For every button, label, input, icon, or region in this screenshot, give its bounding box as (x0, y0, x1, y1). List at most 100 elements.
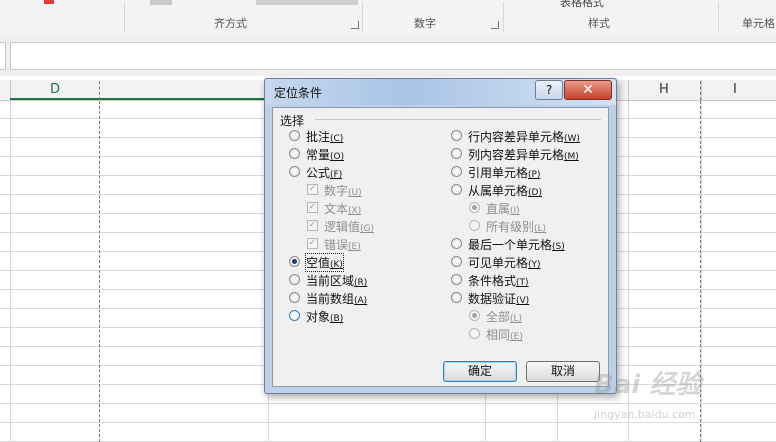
ribbon-group-label-styles: 样式 (588, 17, 610, 30)
dialog-body: 选择 批注(C) 常量(O) 公式(F) ✓ 数字(U) ✓ 文本(X) ✓ 逻辑值(G) ✓ 错误… (272, 107, 609, 387)
radio-icon (469, 220, 480, 231)
radio-icon[interactable] (289, 256, 300, 267)
radio-icon[interactable] (451, 238, 462, 249)
align-button[interactable] (150, 0, 172, 5)
help-button[interactable]: ? (535, 80, 563, 100)
hotkey-hint: (B) (330, 314, 344, 324)
option-label: 所有级别(L) (486, 220, 547, 234)
hotkey-hint: (F) (330, 170, 343, 180)
column-header-i[interactable]: I (733, 82, 737, 97)
radio-icon[interactable] (451, 148, 462, 159)
hotkey-hint: (Y) (528, 260, 541, 270)
hotkey-hint: (L) (510, 314, 523, 324)
option-label: 列内容差异单元格(M) (468, 148, 579, 162)
hotkey-hint: (T) (516, 278, 529, 288)
hotkey-hint: (M) (564, 152, 579, 162)
dialog-title-bar[interactable]: 定位条件 ? ✕ (265, 79, 616, 105)
ribbon-group-label-number: 数字 (414, 17, 436, 30)
watermark-logo: Bai 经验 (594, 370, 702, 400)
watermark-url: jingyan.baidu.com (594, 408, 696, 421)
radio-icon[interactable] (451, 130, 462, 141)
radio-icon[interactable] (289, 166, 300, 177)
cancel-button[interactable]: 取消 (526, 361, 600, 382)
checkbox-icon: ✓ (307, 202, 318, 213)
watermark: Bai 经验 jingyan.baidu.com (594, 364, 774, 424)
option-label: 当前区域(R) (306, 274, 368, 288)
go-to-special-dialog: 定位条件 ? ✕ 选择 批注(C) 常量(O) 公式(F) ✓ 数字(U) ✓ 文本(X) ✓… (264, 78, 617, 394)
radio-icon (469, 328, 480, 339)
hotkey-hint: (A) (354, 296, 368, 306)
radio-icon[interactable] (289, 148, 300, 159)
option-label: 数字(U) (324, 184, 362, 198)
radio-icon[interactable] (289, 274, 300, 285)
column-header-h[interactable]: H (659, 82, 669, 97)
dialog-title: 定位条件 (274, 86, 323, 100)
option-label: 文本(X) (324, 202, 362, 216)
format-as-table-button[interactable]: 表格格式 (560, 0, 604, 10)
number-launcher-icon[interactable] (491, 21, 499, 29)
name-box[interactable] (0, 42, 6, 70)
hotkey-hint: (P) (528, 170, 541, 180)
hotkey-hint: (S) (552, 242, 565, 252)
hotkey-hint: (D) (528, 188, 542, 198)
option-label: 行内容差异单元格(W) (468, 130, 580, 144)
option-label: 数据验证(V) (468, 292, 530, 306)
radio-icon[interactable] (289, 292, 300, 303)
ribbon-separator (124, 2, 125, 32)
option-label: 错误(E) (324, 238, 361, 252)
ribbon-group-label-alignment: 齐方式 (214, 17, 247, 30)
page-break-line (99, 81, 100, 100)
hotkey-hint: (E) (348, 242, 361, 252)
hotkey-hint: (V) (516, 296, 530, 306)
group-title: 选择 (280, 114, 305, 128)
ribbon-group-label-cells: 单元格 (742, 17, 775, 30)
hotkey-hint: (U) (348, 188, 362, 198)
option-label: 最后一个单元格(S) (468, 238, 565, 252)
hotkey-hint: (G) (360, 224, 375, 234)
option-label: 条件格式(T) (468, 274, 529, 288)
option-label: 可见单元格(Y) (468, 256, 541, 270)
radio-icon[interactable] (289, 130, 300, 141)
hotkey-hint: (I) (510, 206, 520, 216)
hotkey-hint: (X) (348, 206, 362, 216)
checkbox-icon: ✓ (307, 238, 318, 249)
radio-icon[interactable] (451, 184, 462, 195)
option-label: 从属单元格(D) (468, 184, 542, 198)
formula-input[interactable] (10, 42, 776, 70)
option-label: 对象(B) (306, 310, 344, 324)
hotkey-hint: (L) (534, 224, 547, 234)
option-label: 当前数组(A) (306, 292, 368, 306)
hotkey-hint: (C) (330, 134, 344, 144)
option-label: 逻辑值(G) (324, 220, 375, 234)
radio-icon[interactable] (451, 166, 462, 177)
column-header-d[interactable]: D (50, 82, 60, 97)
radio-icon[interactable] (451, 292, 462, 303)
option-label: 空值(K) (305, 253, 344, 272)
ok-button[interactable]: 确定 (443, 361, 517, 382)
ribbon-separator (718, 2, 719, 32)
radio-icon[interactable] (451, 274, 462, 285)
hotkey-hint: (O) (330, 152, 345, 162)
font-color-swatch[interactable] (44, 0, 54, 4)
formula-bar-area (0, 36, 776, 76)
radio-icon (469, 310, 480, 321)
hotkey-hint: (R) (354, 278, 368, 288)
alignment-launcher-icon[interactable] (351, 21, 359, 29)
option-label: 批注(C) (306, 130, 344, 144)
radio-icon (469, 202, 480, 213)
option-label: 直属(I) (486, 202, 520, 216)
hotkey-hint: (K) (330, 260, 343, 270)
page-break-line (700, 81, 701, 100)
checkbox-icon: ✓ (307, 220, 318, 231)
close-button[interactable]: ✕ (564, 80, 612, 100)
ribbon: 表格格式 齐方式 数字 样式 单元格 (0, 0, 776, 37)
checkbox-icon: ✓ (307, 184, 318, 195)
ribbon-separator (362, 2, 363, 32)
group-divider (315, 119, 601, 120)
hotkey-hint: (W) (564, 134, 580, 144)
option-label: 公式(F) (306, 166, 343, 180)
radio-icon[interactable] (451, 256, 462, 267)
merge-button[interactable] (256, 0, 358, 5)
option-label: 相同(E) (486, 328, 523, 342)
radio-icon[interactable] (289, 310, 300, 321)
